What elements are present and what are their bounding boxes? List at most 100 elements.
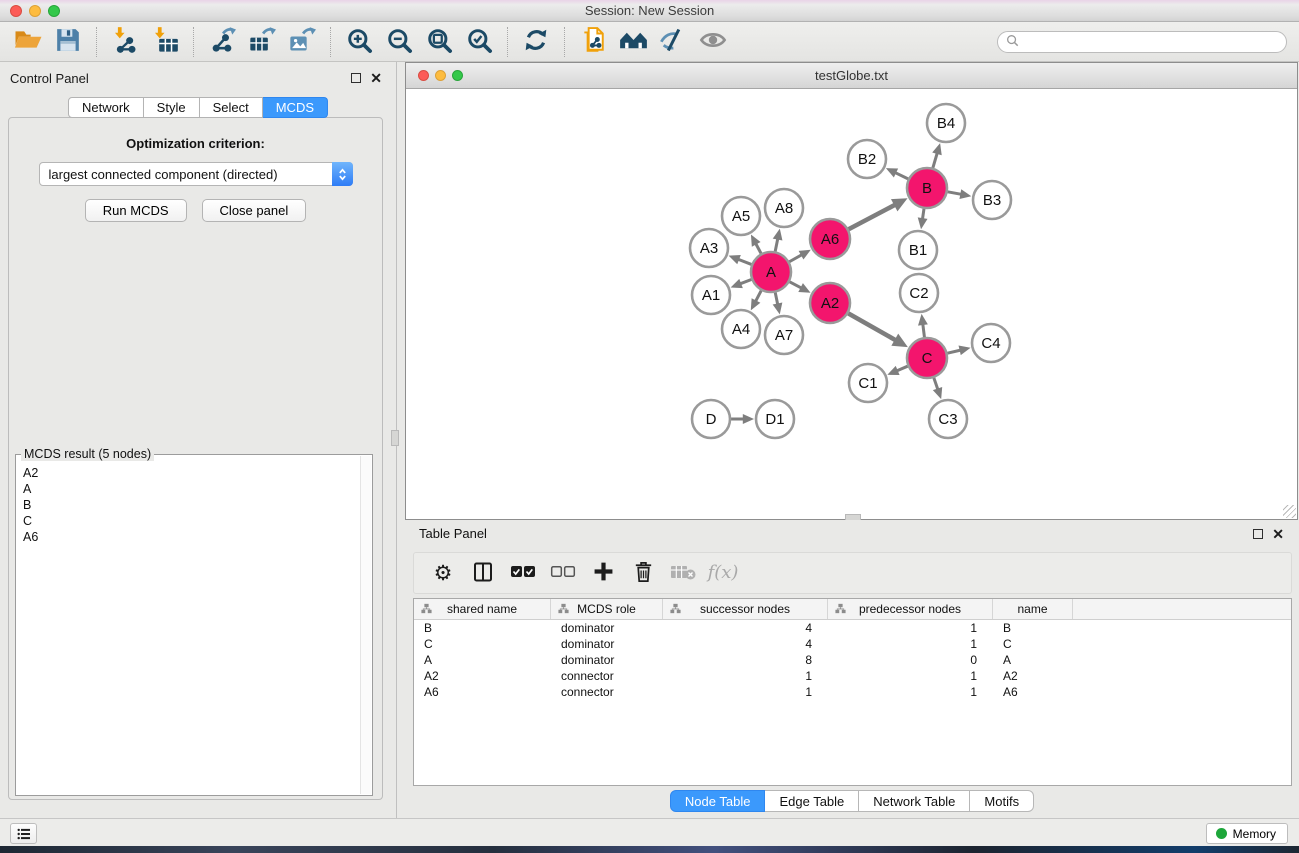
import-table-button[interactable] — [145, 25, 185, 59]
tab-motifs[interactable]: Motifs — [970, 790, 1034, 812]
graph-node-label: A3 — [700, 240, 718, 257]
column-pane-button[interactable] — [466, 557, 500, 589]
graph-edge-C-C3[interactable] — [934, 378, 938, 390]
table-row[interactable]: A6connector11A6 — [414, 684, 1291, 700]
delete-table-button[interactable] — [666, 557, 700, 589]
zoom-in-icon — [346, 27, 373, 57]
table-settings-button[interactable]: ⚙︎ — [426, 557, 460, 589]
graph-edge-B-B2[interactable] — [895, 173, 908, 179]
show-details-button[interactable] — [693, 25, 733, 59]
mcds-result-item[interactable]: A — [23, 481, 359, 497]
column-header-shared-name[interactable]: shared name — [414, 599, 551, 619]
criterion-dropdown[interactable]: largest connected component (directed) — [39, 162, 353, 186]
graph-edge-A6-B[interactable] — [849, 205, 896, 229]
tab-style[interactable]: Style — [144, 97, 200, 118]
float-panel-icon[interactable] — [351, 73, 361, 83]
column-header-predecessor-nodes[interactable]: predecessor nodes — [828, 599, 993, 619]
table-panel-header: Table Panel ✕ — [405, 520, 1299, 547]
zoom-in-button[interactable] — [339, 25, 379, 59]
search-box[interactable] — [997, 31, 1287, 53]
table-row[interactable]: Bdominator41B — [414, 620, 1291, 636]
float-table-panel-icon[interactable] — [1253, 529, 1263, 539]
export-table-button[interactable] — [242, 25, 282, 59]
graph-edge-A-A3[interactable] — [738, 259, 751, 264]
tab-node-table[interactable]: Node Table — [670, 790, 766, 812]
minimize-view-button[interactable] — [435, 70, 446, 81]
table-row[interactable]: Cdominator41C — [414, 636, 1291, 652]
column-header-mcds-role[interactable]: MCDS role — [551, 599, 663, 619]
graph-edge-C-C2[interactable] — [923, 324, 925, 337]
graph-node-label: B1 — [909, 242, 927, 259]
open-session-button[interactable] — [8, 25, 48, 59]
tab-select[interactable]: Select — [200, 97, 263, 118]
close-table-panel-icon[interactable]: ✕ — [1272, 529, 1284, 539]
vertical-splitter-handle[interactable] — [391, 430, 399, 446]
refresh-view-button[interactable] — [516, 25, 556, 59]
deselect-all-button[interactable] — [546, 557, 580, 589]
table-row[interactable]: Adominator80A — [414, 652, 1291, 668]
graph-node-label: A6 — [821, 231, 839, 248]
graph-edge-A-A4[interactable] — [756, 291, 762, 302]
add-entry-button[interactable] — [586, 557, 620, 589]
graph-edge-A-A5[interactable] — [756, 244, 761, 254]
graph-edge-A2-C[interactable] — [848, 313, 895, 340]
window-resize-grip[interactable] — [1283, 505, 1296, 518]
graph-edge-A-A1[interactable] — [740, 280, 751, 284]
status-bar: Memory — [0, 818, 1299, 846]
mcds-result-item[interactable]: C — [23, 513, 359, 529]
main-toolbar — [0, 22, 1299, 62]
mcds-result-list: A2ABCA6 — [17, 463, 359, 794]
close-panel-button[interactable]: Close panel — [202, 199, 307, 222]
mcds-result-item[interactable]: A2 — [23, 465, 359, 481]
table-row[interactable]: A2connector11A2 — [414, 668, 1291, 684]
run-mcds-button[interactable]: Run MCDS — [85, 199, 187, 222]
mcds-result-item[interactable]: A6 — [23, 529, 359, 545]
zoom-out-icon — [386, 27, 413, 57]
graph-node-label: C4 — [981, 335, 1000, 352]
function-builder-button[interactable]: f(x) — [706, 557, 740, 589]
save-session-button[interactable] — [48, 25, 88, 59]
graph-edge-B-B3[interactable] — [948, 192, 962, 195]
import-network-button[interactable] — [105, 25, 145, 59]
graph-edge-C-C4[interactable] — [947, 350, 960, 353]
mcds-result-item[interactable]: B — [23, 497, 359, 513]
toolbar-separator — [564, 27, 565, 57]
zoom-fit-button[interactable] — [419, 25, 459, 59]
cell-mcds-role: connector — [551, 668, 663, 684]
column-header-name[interactable]: name — [993, 599, 1073, 619]
graph-node-label: A4 — [732, 321, 750, 338]
export-table-icon — [248, 26, 276, 57]
network-from-file-button[interactable] — [573, 25, 613, 59]
network-canvas[interactable]: A5A8A3AA1A4A7A6A2B2B4BB3B1C2CC4C1C3DD1 — [406, 90, 1297, 519]
zoom-selected-button[interactable] — [459, 25, 499, 59]
graph-edge-B-B1[interactable] — [922, 209, 924, 219]
cell-shared-name: C — [414, 636, 551, 652]
delete-entry-button[interactable] — [626, 557, 660, 589]
export-image-button[interactable] — [282, 25, 322, 59]
tab-edge-table[interactable]: Edge Table — [765, 790, 859, 812]
hide-details-button[interactable] — [653, 25, 693, 59]
select-all-button[interactable] — [506, 557, 540, 589]
task-history-button[interactable] — [10, 823, 37, 844]
graph-edge-A-A8[interactable] — [775, 239, 778, 252]
graph-node-label: B4 — [937, 115, 955, 132]
search-input[interactable] — [1023, 33, 1286, 51]
graph-edge-A-A2[interactable] — [790, 282, 802, 288]
tab-mcds[interactable]: MCDS — [263, 97, 328, 118]
cell-successor-nodes: 4 — [663, 620, 828, 636]
tab-network[interactable]: Network — [68, 97, 144, 118]
graph-edge-A-A7[interactable] — [775, 293, 777, 305]
zoom-view-button[interactable] — [452, 70, 463, 81]
result-scrollbar[interactable] — [360, 456, 371, 794]
graph-edge-B-B4[interactable] — [933, 153, 937, 168]
graph-edge-C-C1[interactable] — [897, 366, 908, 371]
tab-network-table[interactable]: Network Table — [859, 790, 970, 812]
close-view-button[interactable] — [418, 70, 429, 81]
column-header-successor-nodes[interactable]: successor nodes — [663, 599, 828, 619]
close-panel-icon[interactable]: ✕ — [370, 73, 382, 83]
export-network-button[interactable] — [202, 25, 242, 59]
create-view-button[interactable] — [613, 25, 653, 59]
graph-edge-A-A6[interactable] — [789, 255, 802, 262]
memory-button[interactable]: Memory — [1206, 823, 1288, 844]
zoom-out-button[interactable] — [379, 25, 419, 59]
